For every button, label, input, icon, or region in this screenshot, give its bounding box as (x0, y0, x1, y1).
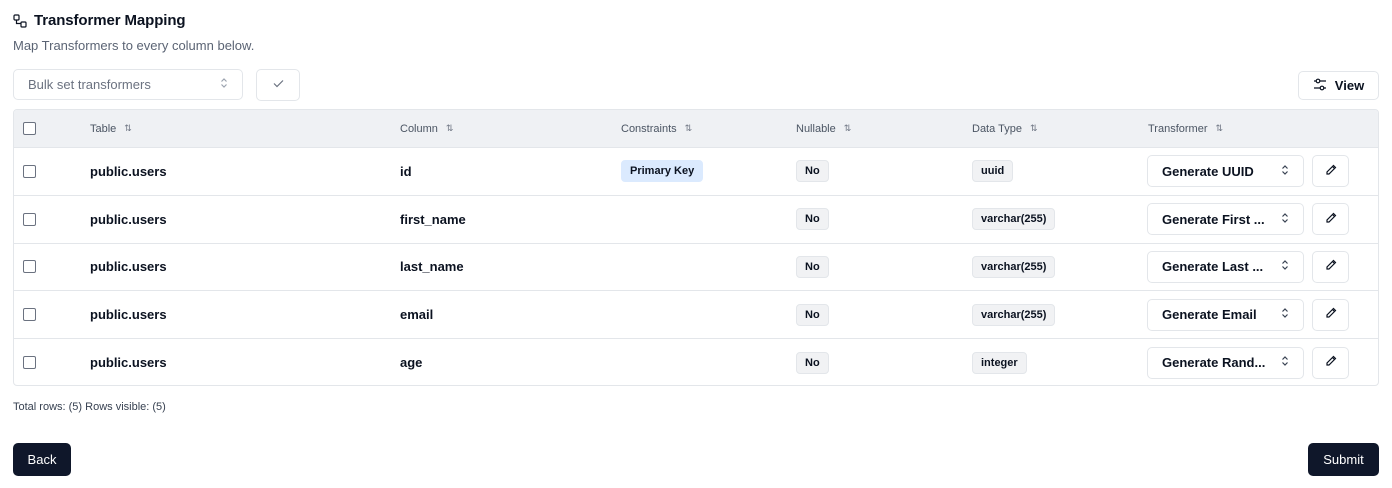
bulk-set-transformers-select[interactable]: Bulk set transformers (13, 69, 243, 100)
page-subtitle: Map Transformers to every column below. (13, 38, 255, 53)
transformer-select[interactable]: Generate Email (1147, 298, 1304, 331)
transformer-select[interactable]: Generate First ... (1147, 203, 1304, 236)
header-nullable-label: Nullable (796, 122, 836, 135)
header-table[interactable]: Table ⇅ (90, 110, 132, 147)
cell-column: last_name (400, 259, 464, 275)
header-table-label: Table (90, 122, 117, 135)
row-checkbox[interactable] (23, 164, 36, 178)
back-button[interactable]: Back (13, 443, 71, 476)
edit-transformer-button[interactable] (1312, 203, 1349, 236)
sort-icon: ⇅ (843, 123, 852, 133)
row-checkbox[interactable] (23, 212, 36, 226)
submit-button[interactable]: Submit (1308, 443, 1379, 476)
pencil-icon (1325, 164, 1337, 179)
transformer-select[interactable]: Generate Rand... (1147, 346, 1304, 379)
cell-table: public.users (90, 163, 167, 179)
nullable-badge: No (796, 351, 829, 374)
sort-icon: ⇅ (684, 123, 693, 133)
header-column[interactable]: Column ⇅ (400, 110, 453, 147)
table-body: public.users id Primary Key No uuid Generate … (14, 148, 1378, 385)
cell-table: public.users (90, 355, 167, 371)
transformer-select[interactable]: Generate UUID (1147, 155, 1304, 188)
header-transformer-label: Transformer (1148, 122, 1208, 135)
sort-icon: ⇅ (124, 123, 132, 133)
page-header: Transformer Mapping (13, 12, 186, 29)
transformer-select-value: Generate First ... (1162, 211, 1265, 227)
transformer-select-value: Generate Last ... (1162, 259, 1264, 275)
chevron-up-down-icon (220, 77, 228, 92)
edit-transformer-button[interactable] (1312, 250, 1349, 283)
view-options-button[interactable]: View (1298, 71, 1379, 100)
pencil-icon (1325, 212, 1337, 227)
cell-table: public.users (90, 307, 167, 323)
sort-icon: ⇅ (1215, 123, 1224, 133)
edit-transformer-button[interactable] (1312, 155, 1349, 188)
table-row: public.users age No integer Generate Rand... (14, 339, 1378, 385)
pencil-icon (1325, 259, 1337, 274)
bulk-select-placeholder: Bulk set transformers (28, 77, 151, 92)
check-icon (273, 79, 284, 91)
transformer-select-value: Generate Rand... (1162, 355, 1266, 371)
chevron-up-down-icon (1281, 355, 1289, 370)
nullable-badge: No (796, 160, 829, 183)
cell-table: public.users (90, 259, 167, 275)
data-type-badge: integer (972, 351, 1027, 374)
header-nullable[interactable]: Nullable ⇅ (796, 110, 851, 147)
table-header-row: Table ⇅ Column ⇅ Constraints ⇅ Nullable … (14, 110, 1378, 148)
row-checkbox[interactable] (23, 260, 36, 274)
nullable-badge: No (796, 255, 829, 278)
cell-column: first_name (400, 211, 466, 227)
chevron-up-down-icon (1281, 212, 1289, 227)
header-data-type[interactable]: Data Type ⇅ (972, 110, 1038, 147)
transformer-select-value: Generate Email (1162, 307, 1257, 323)
transformer-mapping-table: Table ⇅ Column ⇅ Constraints ⇅ Nullable … (13, 109, 1379, 386)
cell-column: age (400, 355, 423, 371)
nullable-badge: No (796, 303, 829, 326)
nullable-badge: No (796, 208, 829, 231)
row-checkbox[interactable] (23, 308, 36, 322)
data-type-badge: varchar(255) (972, 303, 1056, 326)
mapping-icon (13, 13, 27, 28)
table-row: public.users email No varchar(255) Generate … (14, 291, 1378, 339)
cell-column: id (400, 163, 412, 179)
view-button-label: View (1334, 78, 1365, 93)
row-count-info: Total rows: (5) Rows visible: (5) (13, 401, 166, 413)
select-all-checkbox[interactable] (23, 122, 36, 135)
pencil-icon (1325, 355, 1337, 370)
edit-transformer-button[interactable] (1312, 298, 1349, 331)
chevron-up-down-icon (1281, 259, 1289, 274)
data-type-badge: uuid (972, 160, 1014, 183)
row-checkbox[interactable] (23, 356, 36, 370)
edit-transformer-button[interactable] (1312, 346, 1349, 379)
page-title: Transformer Mapping (34, 12, 186, 29)
transformer-select[interactable]: Generate Last ... (1147, 250, 1304, 283)
data-type-badge: varchar(255) (972, 255, 1056, 278)
header-transformer[interactable]: Transformer ⇅ (1148, 110, 1223, 147)
table-row: public.users id Primary Key No uuid Generate … (14, 148, 1378, 196)
pencil-icon (1325, 307, 1337, 322)
constraint-badge: Primary Key (621, 160, 704, 183)
sort-icon: ⇅ (1029, 123, 1038, 133)
apply-bulk-button[interactable] (256, 69, 300, 101)
cell-column: email (400, 307, 434, 323)
transformer-select-value: Generate UUID (1162, 163, 1254, 179)
sliders-icon (1313, 78, 1327, 94)
sort-icon: ⇅ (445, 123, 454, 133)
table-row: public.users first_name No varchar(255) Gene… (14, 196, 1378, 244)
table-row: public.users last_name No varchar(255) Gener… (14, 244, 1378, 292)
header-constraints-label: Constraints (621, 122, 677, 135)
chevron-up-down-icon (1281, 164, 1289, 179)
header-column-label: Column (400, 122, 438, 135)
chevron-up-down-icon (1281, 307, 1289, 322)
cell-table: public.users (90, 211, 167, 227)
header-data-type-label: Data Type (972, 122, 1022, 135)
header-constraints[interactable]: Constraints ⇅ (621, 110, 692, 147)
data-type-badge: varchar(255) (972, 208, 1056, 231)
